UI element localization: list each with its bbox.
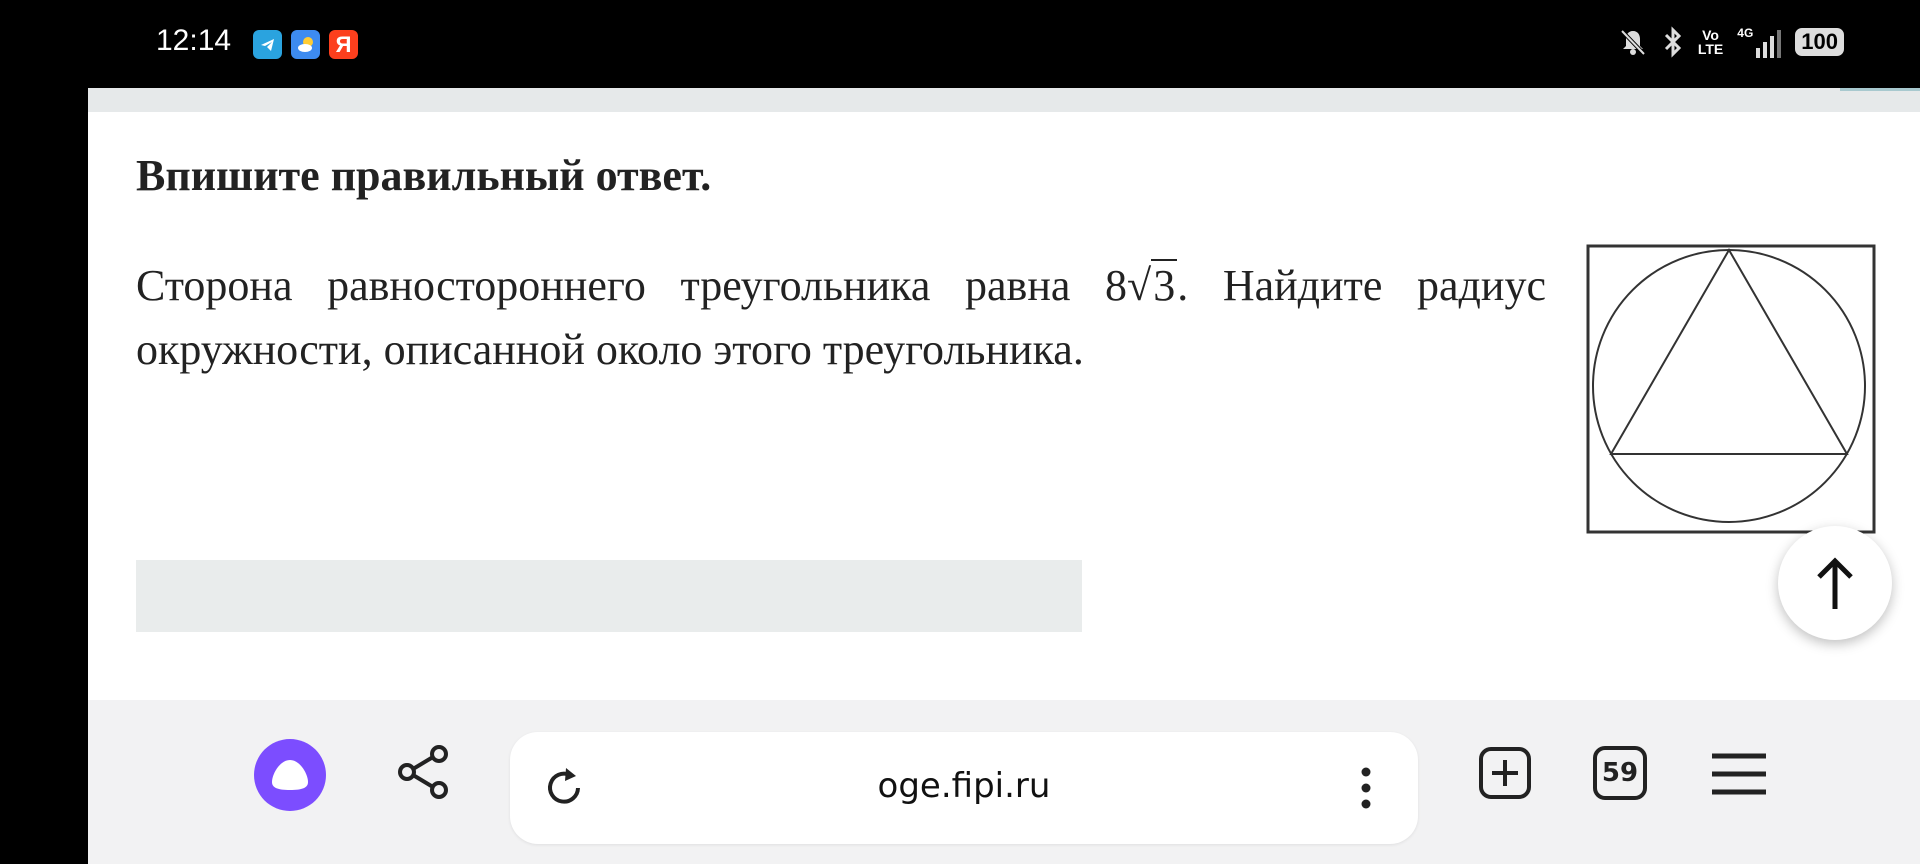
sqrt-expression: √3 <box>1127 254 1178 318</box>
hamburger-menu-icon[interactable] <box>1710 752 1768 796</box>
status-bar: 12:14 Я Vo LTE 4G 100 <box>0 0 1920 88</box>
url-text[interactable]: oge.fipi.ru <box>510 766 1418 806</box>
volte-icon: Vo LTE <box>1697 27 1724 57</box>
browser-viewport: Впишите правильный ответ. Сторона равнос… <box>88 88 1920 864</box>
new-tab-icon[interactable] <box>1478 746 1532 800</box>
sqrt-sign: √ <box>1127 261 1152 310</box>
yandex-letter: Я <box>335 31 352 57</box>
clock: 12:14 <box>156 24 232 57</box>
weather-icon <box>291 30 320 59</box>
top-strip-accent <box>1840 88 1920 91</box>
arrow-up-icon <box>1817 557 1853 609</box>
telegram-icon <box>253 30 282 59</box>
browser-toolbar: oge.fipi.ru 59 <box>88 700 1920 864</box>
battery-indicator: 100 <box>1795 28 1844 56</box>
bell-muted-icon <box>1620 29 1646 56</box>
scroll-to-top-button[interactable] <box>1778 526 1892 640</box>
sqrt-radicand: 3 <box>1151 259 1178 310</box>
task-card: Впишите правильный ответ. Сторона равнос… <box>88 112 1920 812</box>
bluetooth-icon <box>1664 26 1681 58</box>
tabs-counter-button[interactable]: 59 <box>1593 746 1647 800</box>
task-instruction: Впишите правильный ответ. <box>136 151 712 200</box>
alice-assistant-button[interactable] <box>254 739 326 811</box>
yandex-icon: Я <box>329 30 358 59</box>
more-options-icon[interactable] <box>1360 766 1372 810</box>
share-icon[interactable] <box>394 742 454 802</box>
tabs-count: 59 <box>1601 758 1639 788</box>
alice-icon <box>272 760 308 790</box>
address-bar[interactable]: oge.fipi.ru <box>510 732 1418 844</box>
problem-text: Сторона равностороннего треугольника рав… <box>136 254 1546 382</box>
status-icons: Vo LTE 4G 100 <box>1618 26 1844 58</box>
signal-icon: 4G <box>1737 26 1782 58</box>
answer-input[interactable] <box>136 560 1082 632</box>
problem-text-start: Сторона равностороннего треугольника рав… <box>136 261 1128 310</box>
triangle-circle-figure <box>1586 244 1876 534</box>
top-strip <box>88 88 1920 112</box>
